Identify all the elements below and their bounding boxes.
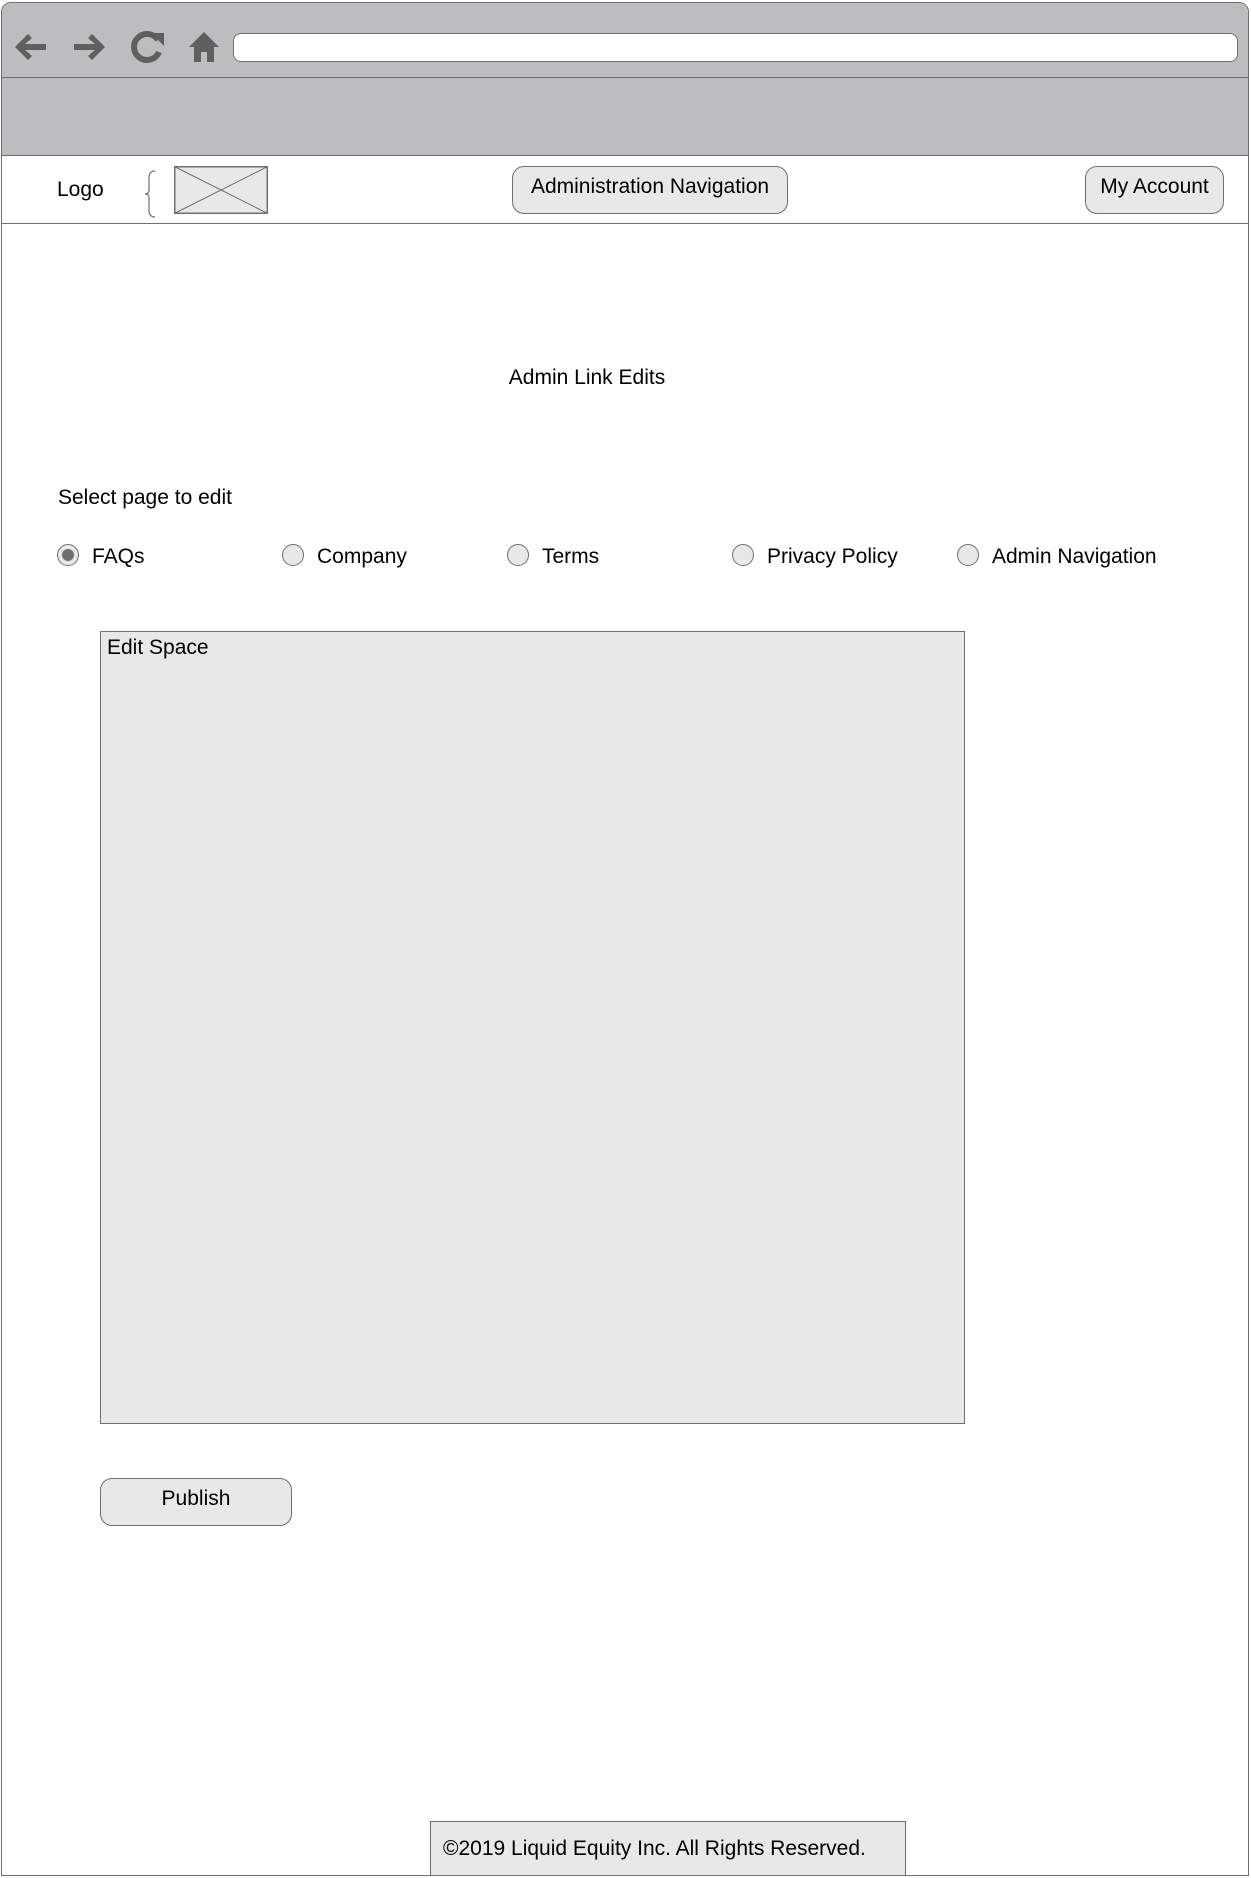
home-icon[interactable] bbox=[184, 27, 224, 67]
page-radio-group: FAQs Company Terms Privacy Policy Admin … bbox=[2, 540, 1248, 570]
radio-label: Admin Navigation bbox=[992, 545, 1157, 568]
radio-label: FAQs bbox=[92, 545, 145, 568]
browser-toolbar bbox=[2, 3, 1248, 78]
radio-button[interactable] bbox=[957, 544, 979, 566]
logo-image-placeholder bbox=[174, 166, 268, 214]
administration-navigation-button[interactable]: Administration Navigation bbox=[512, 166, 788, 214]
copyright-text: ©2019 Liquid Equity Inc. All Rights Rese… bbox=[443, 1837, 866, 1860]
edit-space-textarea[interactable]: Edit Space bbox=[100, 631, 965, 1424]
radio-label: Terms bbox=[542, 545, 600, 568]
footer: ©2019 Liquid Equity Inc. All Rights Rese… bbox=[430, 1821, 906, 1875]
radio-button[interactable] bbox=[732, 544, 754, 566]
back-arrow-icon[interactable] bbox=[10, 27, 50, 67]
select-page-label: Select page to edit bbox=[58, 486, 232, 509]
radio-label: Company bbox=[317, 545, 407, 568]
address-bar[interactable] bbox=[233, 33, 1238, 62]
radio-button[interactable] bbox=[57, 544, 79, 566]
forward-arrow-icon[interactable] bbox=[70, 27, 110, 67]
edit-space-label: Edit Space bbox=[107, 636, 209, 659]
radio-option-faqs[interactable]: FAQs bbox=[57, 540, 145, 570]
radio-option-admin-navigation[interactable]: Admin Navigation bbox=[957, 540, 1157, 570]
radio-option-privacy-policy[interactable]: Privacy Policy bbox=[732, 540, 898, 570]
radio-selected-dot bbox=[62, 549, 74, 561]
logo-label: Logo bbox=[57, 178, 104, 201]
reload-icon[interactable] bbox=[127, 27, 167, 67]
site-header: Logo Administration Navigation My Accoun… bbox=[2, 156, 1248, 224]
radio-button[interactable] bbox=[282, 544, 304, 566]
radio-option-terms[interactable]: Terms bbox=[507, 540, 599, 570]
publish-button[interactable]: Publish bbox=[100, 1478, 292, 1526]
top-banner bbox=[2, 78, 1248, 156]
radio-button[interactable] bbox=[507, 544, 529, 566]
my-account-button[interactable]: My Account bbox=[1085, 166, 1224, 214]
page-title: Admin Link Edits bbox=[508, 366, 666, 389]
brace-icon bbox=[144, 170, 156, 218]
radio-option-company[interactable]: Company bbox=[282, 540, 407, 570]
radio-label: Privacy Policy bbox=[767, 545, 898, 568]
browser-window: Logo Administration Navigation My Accoun… bbox=[1, 2, 1249, 1876]
